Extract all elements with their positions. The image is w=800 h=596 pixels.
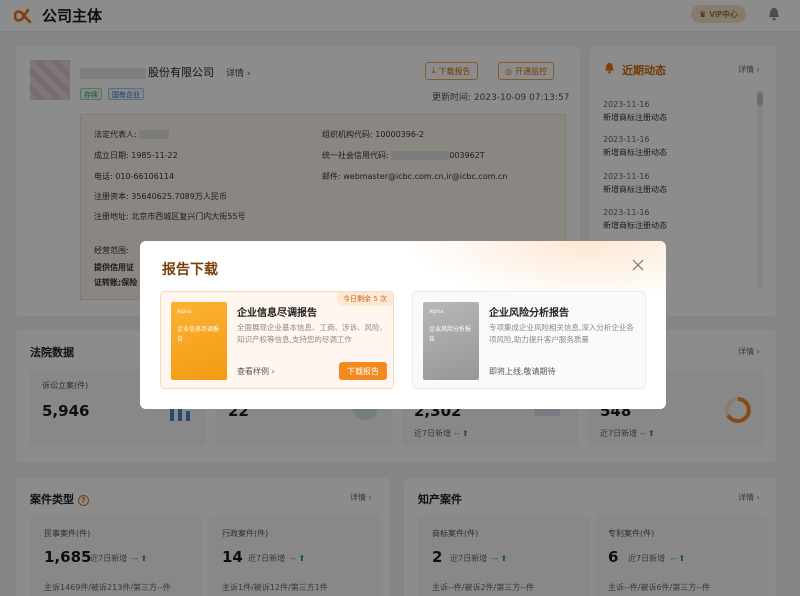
view-sample-link[interactable]: 查看样例 › xyxy=(237,366,275,377)
due-diligence-report-card[interactable]: Alpha 企业信息尽调报告 企业信息尽调报告 全面展现企业基本信息、工商、涉诉… xyxy=(160,291,394,389)
quota-badge: 今日剩余 5 次 xyxy=(337,292,393,306)
report-cover: Alpha 企业风险分析报告 xyxy=(423,302,479,380)
download-report-button[interactable]: 下载报告 xyxy=(339,362,387,380)
report-title: 企业信息尽调报告 xyxy=(237,308,317,319)
close-icon[interactable] xyxy=(632,259,644,274)
report-description: 专项集成企业风险相关信息,深入分析企业各项风险,助力提升客户服务质量 xyxy=(489,323,634,344)
modal-title: 报告下载 xyxy=(162,262,218,278)
report-description: 全面展现企业基本信息、工商、涉诉、风险、知识产权等信息,支持您的尽调工作 xyxy=(237,323,387,344)
risk-analysis-report-card[interactable]: Alpha 企业风险分析报告 企业风险分析报告 专项集成企业风险相关信息,深入分… xyxy=(412,291,646,389)
report-cover: Alpha 企业信息尽调报告 xyxy=(171,302,227,380)
report-download-modal: 报告下载 Alpha 企业信息尽调报告 企业信息尽调报告 全面展现企业基本信息、… xyxy=(140,241,666,409)
report-title: 企业风险分析报告 xyxy=(489,308,569,319)
coming-soon-text: 即将上线,敬请期待 xyxy=(489,367,556,376)
